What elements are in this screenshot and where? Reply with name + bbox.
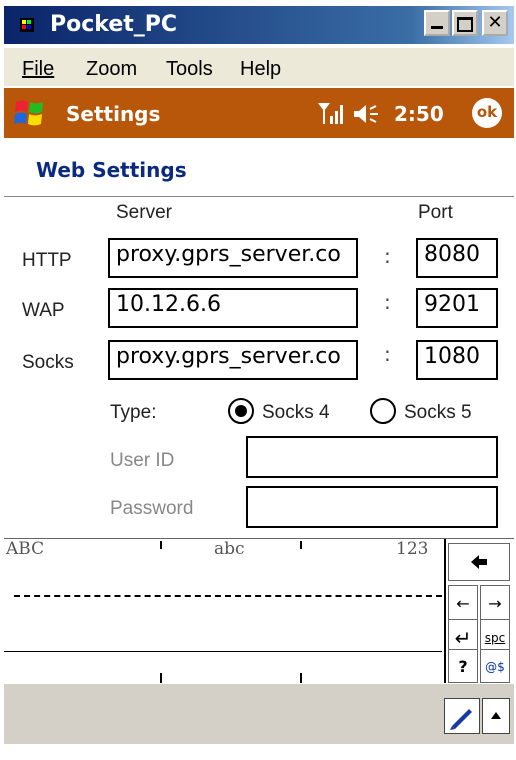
question-mark-key[interactable]: ? <box>448 649 478 683</box>
start-menu-icon[interactable] <box>12 96 48 130</box>
menu-tools[interactable]: Tools <box>166 58 213 81</box>
minimize-button[interactable] <box>424 10 450 36</box>
http-label: HTTP <box>22 250 72 271</box>
socks-server-field[interactable]: proxy.gprs_server.co <box>108 340 358 380</box>
transcriber-input-panel[interactable]: ABC abc 123 ← → ↵ spc ? @$ <box>4 538 514 683</box>
input-panel-button[interactable] <box>444 698 480 734</box>
writing-area[interactable]: ABC abc 123 <box>4 539 442 683</box>
socks5-radio[interactable] <box>370 398 396 424</box>
wap-port-field[interactable]: 9201 <box>416 288 498 328</box>
symbols-key[interactable]: @$ <box>480 649 510 683</box>
tick-mark <box>300 541 302 549</box>
password-label: Password <box>110 498 194 519</box>
baseline <box>4 651 442 652</box>
server-column-header: Server <box>116 202 172 223</box>
clock[interactable]: 2:50 <box>394 102 444 126</box>
keyboard-divider <box>444 539 446 683</box>
close-icon: ✕ <box>487 12 503 33</box>
socks4-radio[interactable] <box>228 398 254 424</box>
menu-zoom[interactable]: Zoom <box>86 58 137 81</box>
type-label: Type: <box>110 402 157 423</box>
mode-123[interactable]: 123 <box>396 539 428 559</box>
navigation-bar: Settings 2:50 ok <box>4 88 514 138</box>
dashed-guideline <box>14 595 442 597</box>
bottom-menu-bar <box>4 684 514 744</box>
mode-abc-lower[interactable]: abc <box>214 539 245 559</box>
backspace-key[interactable] <box>448 543 510 581</box>
wap-colon: : <box>384 290 391 314</box>
socks5-label[interactable]: Socks 5 <box>404 402 472 424</box>
chevron-up-icon <box>491 712 501 719</box>
wap-server-field[interactable]: 10.12.6.6 <box>108 288 358 328</box>
socks-label: Socks <box>22 352 74 373</box>
http-colon: : <box>384 244 391 268</box>
volume-icon[interactable] <box>352 102 386 126</box>
title-divider <box>4 196 514 197</box>
backspace-icon <box>471 555 487 569</box>
socks-colon: : <box>384 342 391 366</box>
close-button[interactable]: ✕ <box>482 10 508 36</box>
socks-port-field[interactable]: 1080 <box>416 340 498 380</box>
tick-mark <box>160 673 162 683</box>
input-method-arrow-button[interactable] <box>482 698 510 734</box>
maximize-icon <box>457 17 473 32</box>
app-icon <box>18 14 42 36</box>
userid-field[interactable] <box>246 436 498 478</box>
page-title: Web Settings <box>36 158 187 182</box>
tick-mark <box>300 673 302 683</box>
http-port-field[interactable]: 8080 <box>416 238 498 278</box>
http-server-field[interactable]: proxy.gprs_server.co <box>108 238 358 278</box>
socks4-label[interactable]: Socks 4 <box>262 402 330 424</box>
pen-icon <box>450 709 472 730</box>
wap-label: WAP <box>22 300 65 321</box>
menu-bar: File Zoom Tools Help <box>4 48 514 86</box>
ok-label: ok <box>476 103 498 121</box>
menu-file[interactable]: File <box>22 58 54 81</box>
title-bar: Pocket_PC ✕ <box>0 0 516 46</box>
password-field[interactable] <box>246 486 498 528</box>
minimize-icon <box>431 26 443 29</box>
nav-title: Settings <box>66 102 161 126</box>
signal-icon[interactable] <box>316 100 346 126</box>
maximize-button[interactable] <box>452 10 478 36</box>
left-arrow-key[interactable]: ← <box>448 585 478 623</box>
tick-mark <box>160 541 162 549</box>
menu-help[interactable]: Help <box>240 58 281 81</box>
right-arrow-key[interactable]: → <box>480 585 510 623</box>
port-column-header: Port <box>418 202 453 223</box>
mode-abc-upper[interactable]: ABC <box>6 539 44 559</box>
userid-label: User ID <box>110 450 175 471</box>
window-title: Pocket_PC <box>50 12 178 37</box>
ok-button[interactable]: ok <box>472 98 502 128</box>
